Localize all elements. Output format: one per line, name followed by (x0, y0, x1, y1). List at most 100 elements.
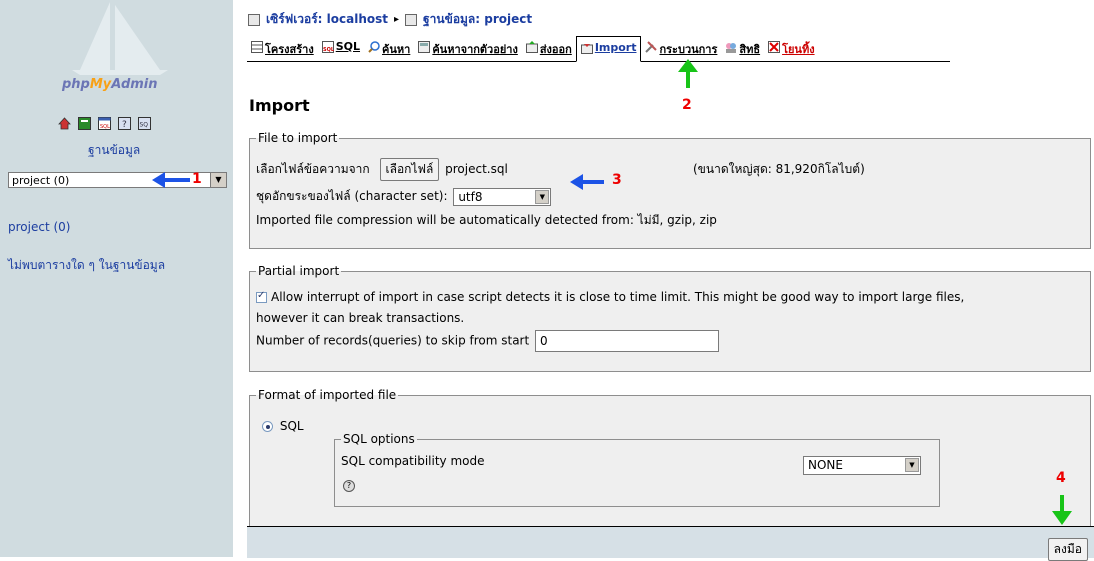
annotation-number-2: 2 (682, 97, 692, 113)
sql-icon: SQL (321, 41, 335, 53)
import-icon (580, 42, 593, 54)
format-legend: Format of imported file (258, 388, 397, 402)
exit-icon[interactable] (78, 117, 91, 130)
tab-sql[interactable]: SQL SQL (318, 36, 364, 61)
phpmyadmin-logo[interactable]: phpMyAdmin (62, 77, 158, 92)
database-label: ฐานข้อมูล (88, 143, 141, 157)
tab-import[interactable]: Import (575, 36, 642, 62)
tab-bar: โครงสร้าง SQL SQL ค้นหา ค้นหาจากตัวอย่าง … (247, 36, 950, 62)
choose-file-label: เลือกไฟล์ข้อความจาก (256, 162, 370, 176)
choose-file-button[interactable]: เลือกไฟล์ (379, 158, 440, 181)
tab-label: ค้นหาจากตัวอย่าง (432, 43, 518, 56)
no-tables-message: ไม่พบตารางใด ๆ ในฐานข้อมูล (8, 258, 166, 272)
tab-label: SQL (335, 40, 361, 53)
go-button[interactable]: ลงมือ (1047, 538, 1088, 561)
allow-interrupt-checkbox[interactable] (256, 290, 267, 303)
tab-search[interactable]: ค้นหา (364, 36, 414, 61)
annotation-arrow-left-icon (570, 174, 604, 190)
logo-area: phpMyAdmin (0, 0, 233, 108)
charset-row: ชุดอักขระของไฟล์ (character set): utf8 ▼ (256, 187, 552, 206)
search-icon (368, 41, 380, 53)
file-to-import-legend: File to import (258, 131, 338, 145)
logo-php: php (62, 77, 90, 92)
database-select-value: project (0) (12, 174, 70, 187)
sidebar-icons: SQL ? SQ (58, 117, 151, 130)
max-size: (ขนาดใหญ่สุด: 81,920กิโลไบต์) (693, 162, 865, 176)
page-title: Import (249, 96, 310, 115)
privileges-icon (725, 41, 737, 53)
chevron-down-icon[interactable]: ▼ (535, 189, 550, 204)
charset-label: ชุดอักขระของไฟล์ (character set): (256, 189, 448, 203)
compat-select[interactable]: NONE ▼ (803, 456, 921, 475)
annotation-number-4: 4 (1056, 470, 1066, 486)
svg-text:SQL: SQL (323, 47, 334, 53)
sql-radio[interactable] (262, 421, 273, 432)
drop-icon (768, 41, 781, 53)
partial-import-fieldset: Partial import Allow interrupt of import… (249, 264, 1091, 372)
tab-query[interactable]: ค้นหาจากตัวอย่าง (414, 36, 522, 61)
charset-select-value: utf8 (458, 189, 483, 204)
database-icon (405, 13, 418, 26)
file-name: project.sql (445, 162, 508, 176)
sql-options-fieldset: SQL options SQL compatibility mode NONE … (334, 432, 940, 507)
annotation-number-3: 3 (612, 172, 622, 188)
choose-file-row: เลือกไฟล์ข้อความจาก เลือกไฟล์ project.sq… (256, 158, 508, 181)
breadcrumb-database[interactable]: ฐานข้อมูล: project (423, 10, 532, 29)
sidebar: phpMyAdmin SQL ? SQ ฐานข้อมูล project (0… (0, 0, 233, 557)
file-to-import-fieldset: File to import เลือกไฟล์ข้อความจาก เลือก… (249, 131, 1091, 249)
charset-select[interactable]: utf8 ▼ (453, 187, 552, 206)
tab-label: ส่งออก (539, 43, 572, 56)
skip-label: Number of records(queries) to skip from … (256, 333, 530, 348)
structure-icon (251, 41, 263, 53)
sql-radio-label: SQL (279, 419, 304, 433)
tab-privileges[interactable]: สิทธิ (721, 36, 764, 61)
annotation-arrow-down-icon (1052, 495, 1072, 525)
docs-icon[interactable]: SQ (138, 117, 151, 130)
help-icon[interactable]: ? (343, 480, 355, 492)
allow-interrupt-label: Allow interrupt of import in case script… (271, 290, 965, 304)
tab-structure[interactable]: โครงสร้าง (247, 36, 318, 61)
help-icon[interactable]: ? (118, 117, 131, 130)
query-icon (418, 41, 431, 53)
format-fieldset: Format of imported file SQL SQL options … (249, 388, 1091, 530)
tab-label: กระบวนการ (659, 43, 718, 56)
tab-label: โยนทิ้ง (782, 43, 815, 56)
skip-row: Number of records(queries) to skip from … (256, 330, 720, 352)
svg-text:SQL: SQL (100, 124, 110, 130)
server-icon (248, 13, 260, 26)
chevron-down-icon[interactable]: ▼ (210, 173, 226, 187)
sql-options-legend: SQL options (343, 432, 415, 446)
operations-icon (645, 41, 658, 53)
breadcrumb: เซิร์ฟเวอร์: localhost ▸ ฐานข้อมูล: proj… (248, 10, 532, 29)
breadcrumb-separator: ▸ (394, 14, 400, 25)
compat-select-value: NONE (808, 458, 843, 472)
sailboat-logo-icon (72, 2, 168, 75)
compat-label: SQL compatibility mode (341, 454, 485, 468)
sql-icon[interactable]: SQL (98, 117, 111, 130)
annotation-number-1: 1 (192, 171, 202, 187)
database-link[interactable]: project (0) (8, 220, 70, 234)
logo-admin: Admin (111, 77, 158, 92)
tab-export[interactable]: ส่งออก (522, 36, 576, 61)
tab-label: โครงสร้าง (265, 43, 314, 56)
svg-text:SQ: SQ (140, 122, 149, 129)
logo-my: My (89, 77, 112, 92)
chevron-down-icon[interactable]: ▼ (905, 458, 919, 472)
tab-label: Import (594, 41, 637, 54)
export-icon (525, 41, 538, 53)
compression-text: Imported file compression will be automa… (256, 213, 717, 227)
annotation-arrow-up-icon (678, 59, 698, 88)
tab-label: สิทธิ (739, 43, 761, 56)
breadcrumb-server[interactable]: เซิร์ฟเวอร์: localhost (266, 10, 388, 29)
skip-input[interactable]: 0 (535, 330, 720, 352)
tab-drop[interactable]: โยนทิ้ง (764, 36, 819, 61)
sql-radio-row: SQL (262, 419, 304, 433)
tab-label: ค้นหา (382, 43, 411, 56)
partial-import-legend: Partial import (258, 264, 340, 278)
annotation-arrow-left-icon (152, 172, 190, 188)
home-icon[interactable] (58, 117, 71, 130)
allow-interrupt-label-line2: however it can break transactions. (256, 311, 465, 325)
svg-text:?: ? (122, 120, 127, 130)
action-bar: ลงมือ (247, 526, 1094, 561)
allow-interrupt-row: Allow interrupt of import in case script… (256, 290, 964, 304)
